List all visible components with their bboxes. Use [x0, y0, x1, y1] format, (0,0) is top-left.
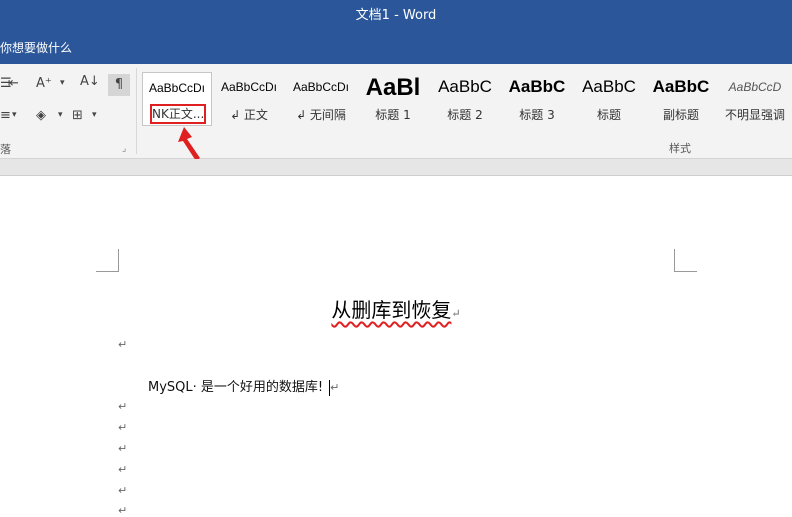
paragraph-mark: ↵	[118, 400, 128, 413]
style-nk-body[interactable]: AaBbCcDı NK正文...	[142, 72, 212, 126]
margin-corner-mark	[96, 249, 119, 272]
paragraph-mark: ↵	[330, 381, 340, 394]
style-label: 标题 2	[447, 108, 483, 122]
style-label: 标题	[596, 108, 621, 122]
body-text: MySQL· 是一个好用的数据库!	[148, 380, 324, 395]
group-divider	[136, 68, 137, 154]
style-preview: AaBbC	[652, 77, 710, 96]
title-text: 从删库到恢复	[331, 298, 452, 322]
chevron-down-icon[interactable]: ▾	[60, 78, 65, 88]
paragraph-mark: ↵	[118, 463, 128, 476]
paragraph-mark: ↵	[118, 338, 128, 351]
paragraph-mark: ↵	[118, 442, 128, 455]
style-subtle-emphasis[interactable]: AaBbCcD 不明显强调	[718, 72, 792, 126]
style-label: ↲ 无间隔	[296, 108, 346, 122]
chevron-down-icon[interactable]: ▾	[92, 110, 97, 120]
body-paragraph[interactable]: MySQL· 是一个好用的数据库! ↵	[148, 376, 339, 396]
style-preview: AaBl	[365, 74, 421, 101]
paragraph-mark: ↵	[118, 484, 128, 497]
style-label: ↲ 正文	[230, 108, 268, 122]
document-title[interactable]: 从删库到恢复↵	[0, 294, 792, 323]
borders-icon[interactable]: ⊞	[72, 108, 83, 123]
window-title: 文档1 - Word	[355, 8, 437, 23]
shading-icon[interactable]: ◈	[36, 108, 46, 123]
tell-me-search[interactable]: 你想要做什么	[0, 39, 72, 56]
style-preview: AaBbC	[508, 77, 566, 96]
margin-corner-mark	[674, 249, 697, 272]
ruler-strip	[0, 159, 792, 176]
chevron-down-icon[interactable]: ▾	[12, 110, 17, 120]
style-heading-3[interactable]: AaBbC 标题 3	[502, 72, 572, 126]
paragraph-mark: ↵	[451, 307, 461, 320]
style-title[interactable]: AaBbC 标题	[574, 72, 644, 126]
ribbon: ☰ ⇤ A⁺ ▾ A↓ ¶ ≡ ▾ ◈ ▾ ⊞ ▾ 落 ⌟ AaBbCcDı N…	[0, 64, 792, 159]
styles-group-label: 样式	[669, 142, 691, 155]
paragraph-group-label: 落	[0, 143, 11, 156]
sort-icon[interactable]: A↓	[80, 74, 100, 89]
line-spacing-icon[interactable]: ≡	[0, 108, 11, 123]
show-marks-icon[interactable]: ¶	[108, 74, 130, 96]
style-label: 标题 1	[375, 108, 411, 122]
style-preview: AaBbCcDı	[148, 81, 206, 95]
style-label: 副标题	[662, 108, 699, 122]
style-preview: AaBbCcDı	[220, 80, 278, 94]
paragraph-mark: ↵	[118, 504, 128, 517]
style-heading-2[interactable]: AaBbC 标题 2	[430, 72, 500, 126]
red-arrow-icon	[178, 127, 200, 161]
style-preview: AaBbCcDı	[292, 80, 350, 94]
decrease-indent-icon[interactable]: ⇤	[8, 76, 19, 91]
tell-me-bar: 你想要做什么	[0, 28, 792, 64]
style-heading-1[interactable]: AaBl 标题 1	[358, 72, 428, 126]
style-label: NK正文...	[150, 104, 206, 124]
paragraph-mark: ↵	[118, 421, 128, 434]
style-normal[interactable]: AaBbCcDı ↲ 正文	[214, 72, 284, 126]
chevron-down-icon[interactable]: ▾	[58, 110, 63, 120]
dialog-launcher-icon[interactable]: ⌟	[122, 144, 126, 154]
style-label: 标题 3	[519, 108, 555, 122]
chinese-layout-icon[interactable]: A⁺	[36, 76, 52, 91]
style-preview: AaBbCcD	[728, 80, 782, 94]
style-preview: AaBbC	[582, 77, 636, 96]
style-preview: AaBbC	[438, 77, 492, 96]
style-subtitle[interactable]: AaBbC 副标题	[646, 72, 716, 126]
style-no-spacing[interactable]: AaBbCcDı ↲ 无间隔	[286, 72, 356, 126]
title-bar: 文档1 - Word	[0, 0, 792, 28]
document-page[interactable]: 从删库到恢复↵ ↵ MySQL· 是一个好用的数据库! ↵ ↵ ↵ ↵ ↵ ↵ ↵	[0, 176, 792, 517]
style-label: 不明显强调	[724, 108, 785, 122]
